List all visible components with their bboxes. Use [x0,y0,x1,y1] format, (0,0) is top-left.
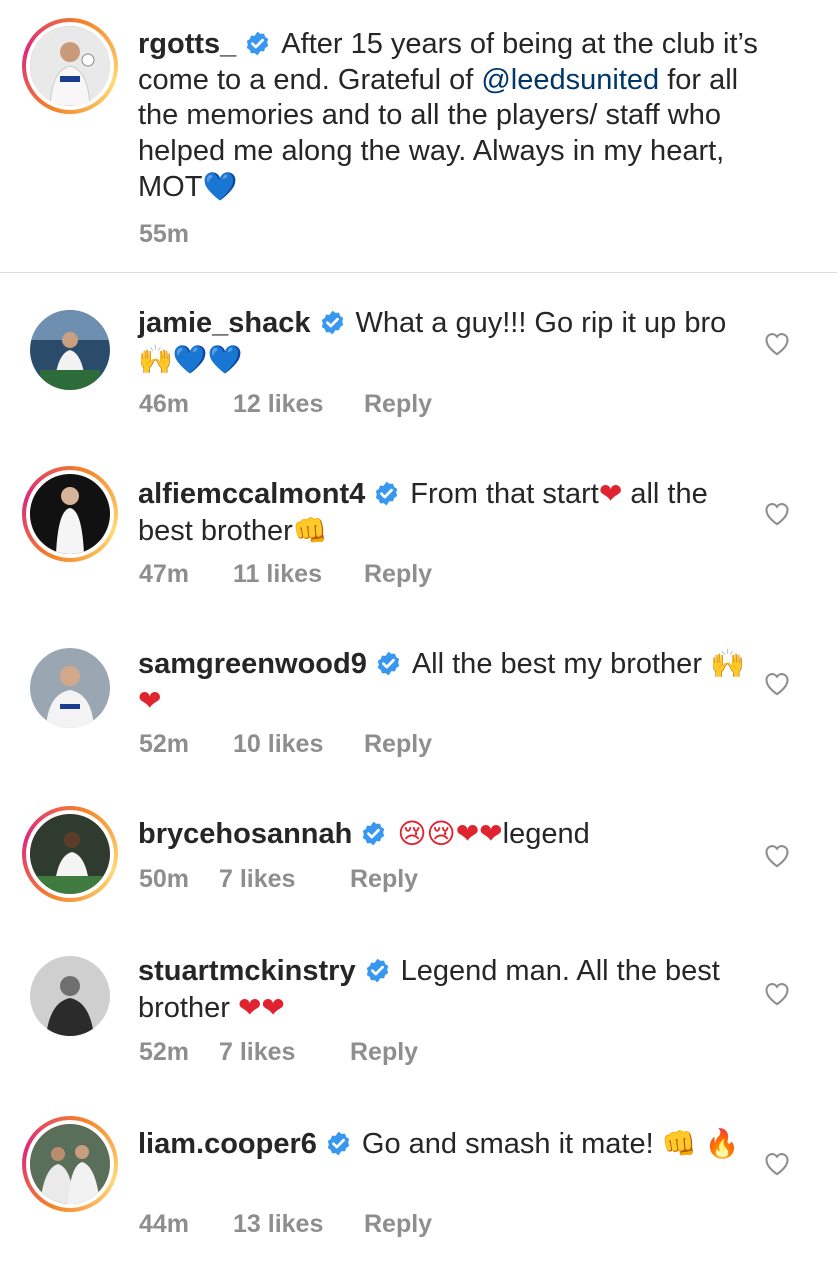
mention-link[interactable]: @leedsunited [481,64,659,96]
avatar[interactable] [22,1116,118,1212]
comment-emojis: ❤❤ [237,990,285,1024]
caption-time: 55m [139,220,190,248]
caption-item: rgotts_ After 15 years of being at the cl… [0,0,837,272]
verified-badge-icon [364,957,391,984]
caption-username[interactable]: rgotts_ [138,28,236,60]
avatar-image [30,474,110,554]
comment-emojis: 😢😢❤❤ [397,817,503,850]
comment-time: 47m [139,560,190,588]
comment-item: stuartmckinstry Legend man. All the best … [0,940,837,1100]
like-heart-icon[interactable] [763,842,791,868]
comment-item: brycehosannah 😢😢❤❤legend 50m 7 likes Repl… [0,800,837,930]
comment-body-1: From that start [410,478,599,510]
reply-button[interactable]: Reply [364,560,432,589]
comment-likes[interactable]: 10 likes [233,730,364,759]
verified-badge-icon [244,30,271,57]
like-heart-icon[interactable] [763,670,791,696]
comment-time: 46m [139,390,190,418]
avatar-image [30,648,110,728]
verified-badge-icon [375,650,402,677]
like-heart-icon[interactable] [763,1150,791,1176]
comment-text: stuartmckinstry Legend man. All the best … [138,954,750,1026]
comment-likes[interactable]: 7 likes [219,865,350,894]
comment-text: alfiemccalmont4 From that start❤ all the … [138,476,750,549]
comment-username[interactable]: alfiemccalmont4 [138,478,365,510]
avatar[interactable] [30,648,110,728]
caption-meta: 55m [139,220,233,249]
avatar[interactable] [22,18,118,114]
comment-username[interactable]: brycehosannah [138,818,352,850]
fire-emoji: 🔥 [704,1127,740,1160]
verified-badge-icon [319,309,346,336]
comment-likes[interactable]: 11 likes [233,560,364,589]
fist-emoji: 👊 [661,1127,697,1160]
comment-meta: 46m 12 likes Reply [139,390,432,419]
comment-item: alfiemccalmont4 From that start❤ all the … [0,460,837,620]
like-heart-icon[interactable] [763,500,791,526]
comment-likes[interactable]: 7 likes [219,1038,350,1067]
comment-username[interactable]: stuartmckinstry [138,955,356,987]
reply-button[interactable]: Reply [364,730,432,759]
verified-badge-icon [360,820,387,847]
like-heart-icon[interactable] [763,330,791,356]
verified-badge-icon [373,480,400,507]
comment-body: All the best my brother [411,648,702,680]
comment-item: jamie_shack What a guy!!! Go rip it up br… [0,290,837,450]
comment-likes[interactable]: 13 likes [233,1210,364,1239]
comment-text: jamie_shack What a guy!!! Go rip it up br… [138,306,750,378]
avatar[interactable] [30,310,110,390]
like-heart-icon[interactable] [763,980,791,1006]
comment-meta: 47m 11 likes Reply [139,560,432,589]
comment-meta: 44m 13 likes Reply [139,1210,432,1239]
comment-username[interactable]: jamie_shack [138,307,311,339]
comment-emojis: 🙌💙💙 [138,342,243,376]
comment-text: liam.cooper6 Go and smash it mate! 👊 🔥 [138,1126,750,1163]
comment-body: legend [502,818,590,850]
avatar-image [30,26,110,106]
red-heart-emoji: ❤ [598,477,623,510]
comment-time: 52m [139,730,190,758]
reply-button[interactable]: Reply [350,865,418,894]
reply-button[interactable]: Reply [364,390,432,419]
divider [0,272,837,273]
avatar[interactable] [30,956,110,1036]
avatar-image [30,310,110,390]
reply-button[interactable]: Reply [350,1038,418,1067]
comment-text: brycehosannah 😢😢❤❤legend [138,816,750,853]
comment-likes[interactable]: 12 likes [233,390,364,419]
comment-body: What a guy!!! Go rip it up bro [355,307,727,339]
reply-button[interactable]: Reply [364,1210,432,1239]
fist-emoji: 👊 [292,513,328,547]
comment-username[interactable]: samgreenwood9 [138,648,367,680]
comment-username[interactable]: liam.cooper6 [138,1128,317,1160]
comment-time: 52m [139,1038,190,1066]
comment-meta: 52m 10 likes Reply [139,730,432,759]
comment-time: 44m [139,1210,190,1238]
comment-text: samgreenwood9 All the best my brother 🙌❤ [138,646,750,719]
comment-meta: 50m 7 likes Reply [139,865,418,894]
comment-meta: 52m 7 likes Reply [139,1038,418,1067]
avatar-image [30,814,110,894]
comment-item: liam.cooper6 Go and smash it mate! 👊 🔥 44… [0,1110,837,1270]
comment-time: 50m [139,865,190,893]
comment-item: samgreenwood9 All the best my brother 🙌❤ … [0,630,837,790]
caption-text: rgotts_ After 15 years of being at the cl… [138,27,778,206]
blue-heart-emoji: 💙 [202,170,238,203]
comment-body: Go and smash it mate! [361,1128,654,1160]
avatar-image [30,956,110,1036]
avatar[interactable] [22,466,118,562]
avatar[interactable] [22,806,118,902]
avatar-image [30,1124,110,1204]
verified-badge-icon [325,1130,352,1157]
